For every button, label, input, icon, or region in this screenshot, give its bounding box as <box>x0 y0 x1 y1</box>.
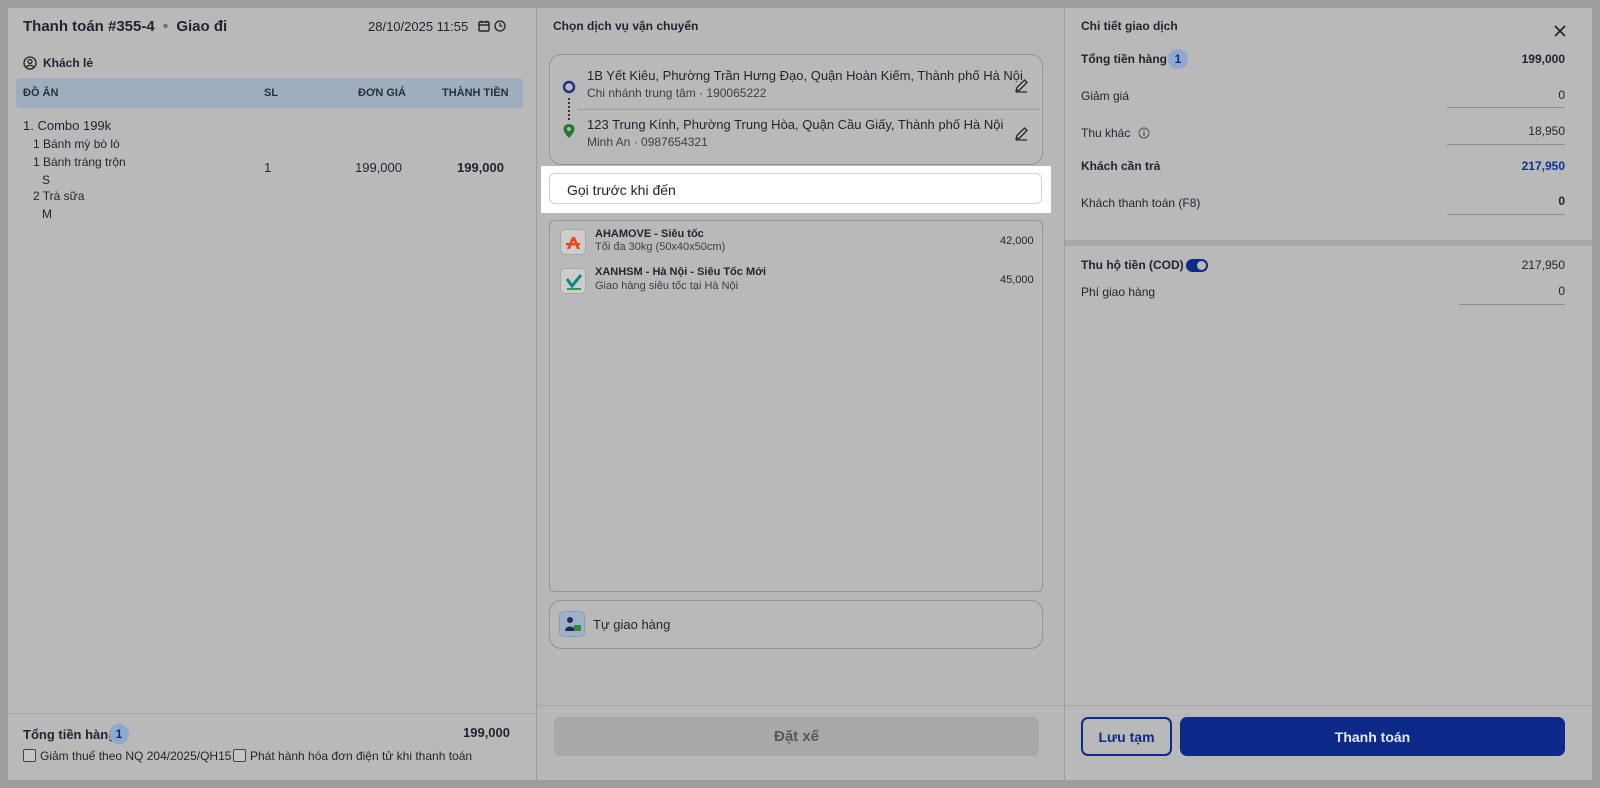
sub-item: 1 Bánh mỳ bò lò <box>33 137 120 151</box>
customer-paid-input[interactable]: 0 <box>1447 191 1565 215</box>
self-delivery-option[interactable]: Tự giao hàng <box>549 600 1043 649</box>
service-price: 45,000 <box>1000 274 1034 286</box>
delivery-note-input[interactable]: Gọi trước khi đến <box>549 173 1042 204</box>
service-price: 42,000 <box>1000 235 1034 247</box>
service-option-xanhsm[interactable]: XANHSM - Hà Nội - Siêu Tốc Mới Giao hàng… <box>550 261 1042 301</box>
note-highlight: Gọi trước khi đến <box>541 166 1051 213</box>
shipping-title: Chọn dịch vụ vận chuyển <box>553 19 699 33</box>
book-driver-button[interactable]: Đặt xế <box>554 717 1039 756</box>
amount-due-label: Khách cần trả <box>1081 159 1161 173</box>
einvoice-checkbox[interactable] <box>233 749 246 762</box>
toggle-icon[interactable] <box>1186 259 1208 272</box>
edit-icon[interactable] <box>1014 78 1029 93</box>
discount-label: Giảm giá <box>1081 89 1130 103</box>
self-delivery-label: Tự giao hàng <box>593 617 671 632</box>
title-separator: • <box>162 18 169 35</box>
dropoff-contact: Minh An · 0987654321 <box>587 135 708 149</box>
service-desc: Giao hàng siêu tốc tại Hà Nội <box>595 280 739 292</box>
divider <box>8 713 536 714</box>
item-count-badge: 1 <box>109 724 129 744</box>
save-draft-button[interactable]: Lưu tạm <box>1081 717 1172 756</box>
item-qty: 1 <box>264 160 272 175</box>
discount-input[interactable]: 0 <box>1447 85 1565 108</box>
item-price: 199,000 <box>355 160 402 175</box>
column-price: ĐƠN GIÁ <box>358 87 406 99</box>
close-icon[interactable] <box>1554 25 1566 37</box>
dropoff-address: 123 Trung Kính, Phường Trung Hòa, Quận C… <box>587 117 1004 132</box>
edit-icon[interactable] <box>1014 126 1029 141</box>
toggle-knob <box>1197 261 1206 270</box>
order-panel: Thanh toán #355-4 • Giao đi 28/10/2025 1… <box>8 8 536 780</box>
subtotal-count-badge: 1 <box>1168 49 1188 69</box>
einvoice-label: Phát hành hóa đơn điện tử khi thanh toán <box>250 749 473 763</box>
pickup-address: 1B Yết Kiêu, Phường Trần Hưng Đạo, Quận … <box>587 68 1023 83</box>
subtotal-label: Tổng tiền hàng <box>1081 52 1167 66</box>
location-pin-icon <box>563 124 575 138</box>
divider <box>537 705 1064 706</box>
transaction-panel: Chi tiết giao dịch Tổng tiền hàng 1 199,… <box>1065 8 1592 780</box>
order-datetime: 28/10/2025 11:55 <box>368 19 469 34</box>
subtotal-value: 199,000 <box>1521 52 1565 66</box>
amount-due-value: 217,950 <box>1521 159 1565 173</box>
pay-button[interactable]: Thanh toán <box>1180 717 1565 756</box>
service-option-ahamove[interactable]: AHAMOVE - Siêu tốc Tối đa 30kg (50x40x50… <box>550 221 1042 261</box>
shipping-fee-label: Phí giao hàng <box>1081 285 1156 299</box>
column-qty: SL <box>264 87 279 99</box>
service-name: XANHSM - Hà Nội - Siêu Tốc Mới <box>595 266 766 278</box>
calendar-icon[interactable] <box>478 20 490 32</box>
info-icon[interactable] <box>1138 127 1150 139</box>
item-name: 1. Combo 199k <box>23 118 112 133</box>
pickup-dot-icon <box>562 80 576 94</box>
pickup-contact: Chi nhánh trung tâm · 190065222 <box>587 86 767 100</box>
tax-reduction-checkbox[interactable] <box>23 749 36 762</box>
xanhsm-logo-icon <box>560 268 586 294</box>
other-charges-input[interactable]: 18,950 <box>1447 121 1565 145</box>
section-divider <box>1065 240 1592 246</box>
other-charges-label: Thu khác <box>1081 126 1131 140</box>
order-type: Giao đi <box>176 18 228 35</box>
service-list: AHAMOVE - Siêu tốc Tối đa 30kg (50x40x50… <box>549 220 1043 592</box>
customer-paid-label: Khách thanh toán (F8) <box>1081 196 1201 210</box>
route-card: 1B Yết Kiêu, Phường Trần Hưng Đạo, Quận … <box>549 54 1043 165</box>
tax-reduction-label: Giảm thuế theo NQ 204/2025/QH15 <box>40 749 232 763</box>
delivery-person-icon <box>559 611 585 637</box>
footer-total-value: 199,000 <box>463 725 510 740</box>
customer-name[interactable]: Khách lẻ <box>43 56 93 70</box>
divider <box>1065 705 1592 706</box>
sub-item: 1 Bánh tráng trộn <box>33 155 126 169</box>
shipping-panel: Chọn dịch vụ vận chuyển 1B Yết Kiêu, Phư… <box>537 8 1064 780</box>
sub-item-size: M <box>42 207 52 221</box>
column-total: THÀNH TIỀN <box>442 87 509 99</box>
cod-value: 217,950 <box>1521 258 1565 272</box>
service-desc: Tối đa 30kg (50x40x50cm) <box>595 241 726 253</box>
items-table-header: ĐỒ ĂN SL ĐƠN GIÁ THÀNH TIỀN <box>16 78 523 108</box>
user-circle-icon <box>23 56 37 70</box>
service-name: AHAMOVE - Siêu tốc <box>595 228 704 240</box>
order-title: Thanh toán #355-4 • Giao đi <box>23 18 228 35</box>
footer-total-label: Tổng tiền hàng <box>23 727 117 742</box>
column-item: ĐỒ ĂN <box>23 87 59 99</box>
shipping-fee-input[interactable]: 0 <box>1459 281 1565 305</box>
ahamove-logo-icon <box>560 229 586 255</box>
divider <box>578 109 1040 110</box>
transaction-title: Chi tiết giao dịch <box>1081 19 1178 33</box>
sub-item-size: S <box>42 173 51 187</box>
cod-label: Thu hộ tiền (COD) <box>1081 258 1184 272</box>
item-total: 199,000 <box>457 160 504 175</box>
sub-item: 2 Trà sữa <box>33 189 85 203</box>
clock-icon[interactable] <box>494 20 506 32</box>
route-connector <box>568 98 570 120</box>
